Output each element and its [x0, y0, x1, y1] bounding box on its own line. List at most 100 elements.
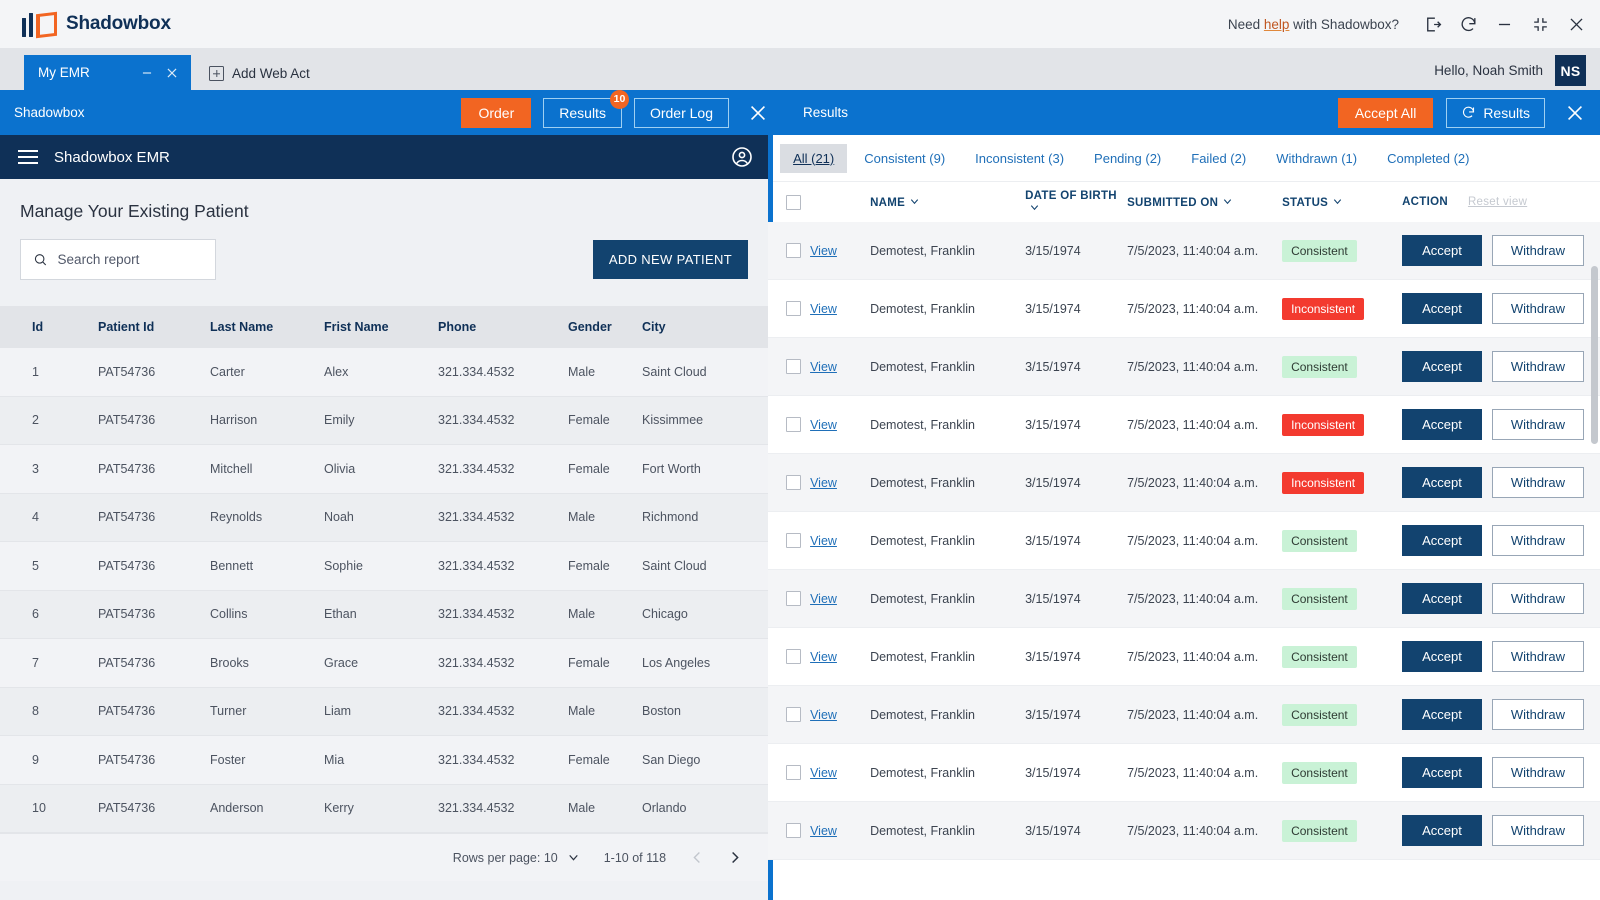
withdraw-button[interactable]: Withdraw	[1491, 815, 1584, 846]
previous-page-icon[interactable]	[690, 850, 705, 865]
minimize-icon[interactable]	[1495, 15, 1514, 34]
table-row[interactable]: 1 PAT54736 Carter Alex 321.334.4532 Male Saint…	[0, 348, 769, 397]
view-link[interactable]: View	[810, 592, 837, 606]
table-row[interactable]: 2 PAT54736 Harrison Emily 321.334.4532 Female…	[0, 396, 769, 445]
withdraw-button[interactable]: Withdraw	[1491, 641, 1584, 672]
table-row[interactable]: View Demotest, Franklin 3/15/1974 7/5/2023,…	[768, 744, 1600, 802]
refresh-icon[interactable]	[1459, 15, 1478, 34]
table-row[interactable]: View Demotest, Franklin 3/15/1974 7/5/2023,…	[768, 454, 1600, 512]
view-link[interactable]: View	[810, 824, 837, 838]
row-checkbox[interactable]	[786, 533, 802, 548]
column-header-submitted-on[interactable]: SUBMITTED ON	[1127, 196, 1282, 209]
tab-filter-failed[interactable]: Failed (2)	[1178, 144, 1259, 173]
select-all-checkbox[interactable]	[786, 194, 802, 210]
row-checkbox[interactable]	[786, 417, 802, 432]
column-header-date-of-birth[interactable]: DATE OF BIRTH	[1025, 190, 1127, 215]
table-row[interactable]: View Demotest, Franklin 3/15/1974 7/5/2023,…	[768, 512, 1600, 570]
accept-button[interactable]: Accept	[1402, 815, 1482, 846]
column-header-id[interactable]: Id	[0, 320, 98, 334]
table-row[interactable]: 7 PAT54736 Brooks Grace 321.334.4532 Female Lo…	[0, 639, 769, 688]
tab-filter-all[interactable]: All (21)	[780, 143, 848, 173]
account-circle-icon[interactable]	[730, 145, 754, 169]
withdraw-button[interactable]: Withdraw	[1491, 409, 1584, 440]
row-checkbox[interactable]	[786, 243, 802, 258]
results-button[interactable]: Results 10	[543, 89, 629, 128]
column-header-first-name[interactable]: Frist Name	[324, 320, 438, 334]
table-row[interactable]: 8 PAT54736 Turner Liam 321.334.4532 Male Bosto…	[0, 687, 769, 736]
accept-button[interactable]: Accept	[1402, 467, 1482, 498]
refresh-results-button[interactable]: Results	[1446, 97, 1545, 128]
tab-filter-consistent[interactable]: Consistent (9)	[851, 144, 958, 173]
view-link[interactable]: View	[810, 476, 837, 490]
view-link[interactable]: View	[810, 650, 837, 664]
tab-close-icon[interactable]	[163, 64, 180, 81]
accept-button[interactable]: Accept	[1402, 293, 1482, 324]
avatar[interactable]: NS	[1555, 55, 1586, 86]
withdraw-button[interactable]: Withdraw	[1491, 583, 1584, 614]
table-row[interactable]: 4 PAT54736 Reynolds Noah 321.334.4532 Male Ric…	[0, 493, 769, 542]
table-row[interactable]: View Demotest, Franklin 3/15/1974 7/5/2023,…	[768, 686, 1600, 744]
view-link[interactable]: View	[810, 766, 837, 780]
table-row[interactable]: View Demotest, Franklin 3/15/1974 7/5/2023,…	[768, 396, 1600, 454]
table-row[interactable]: View Demotest, Franklin 3/15/1974 7/5/2023,…	[768, 802, 1600, 860]
row-checkbox[interactable]	[786, 359, 802, 374]
row-checkbox[interactable]	[786, 707, 802, 722]
tab-filter-completed[interactable]: Completed (2)	[1374, 144, 1482, 173]
table-row[interactable]: 3 PAT54736 Mitchell Olivia 321.334.4532 Femal…	[0, 445, 769, 494]
reset-view-button[interactable]: Reset view	[1468, 196, 1527, 208]
view-link[interactable]: View	[810, 302, 837, 316]
row-checkbox[interactable]	[786, 475, 802, 490]
table-row[interactable]: View Demotest, Franklin 3/15/1974 7/5/2023,…	[768, 280, 1600, 338]
tab-filter-withdrawn[interactable]: Withdrawn (1)	[1263, 144, 1370, 173]
column-header-name[interactable]: NAME	[870, 196, 1025, 209]
tab-my-emr[interactable]: My EMR	[24, 55, 191, 90]
accept-button[interactable]: Accept	[1402, 757, 1482, 788]
table-row[interactable]: 10 PAT54736 Anderson Kerry 321.334.4532 Male O…	[0, 784, 769, 833]
close-results-panel-icon[interactable]	[1564, 102, 1586, 124]
add-web-act-button[interactable]: Add Web Act	[191, 66, 310, 90]
row-checkbox[interactable]	[786, 591, 802, 606]
order-button[interactable]: Order	[461, 97, 532, 128]
table-row[interactable]: View Demotest, Franklin 3/15/1974 7/5/2023,…	[768, 338, 1600, 396]
menu-icon[interactable]	[18, 150, 38, 164]
results-scrollbar[interactable]	[1591, 266, 1598, 444]
column-header-patient-id[interactable]: Patient Id	[98, 320, 210, 334]
logout-icon[interactable]	[1423, 15, 1442, 34]
tab-filter-pending[interactable]: Pending (2)	[1081, 144, 1174, 173]
view-link[interactable]: View	[810, 534, 837, 548]
accept-button[interactable]: Accept	[1402, 235, 1482, 266]
search-box[interactable]	[20, 239, 216, 280]
withdraw-button[interactable]: Withdraw	[1491, 467, 1584, 498]
tab-filter-inconsistent[interactable]: Inconsistent (3)	[962, 144, 1077, 173]
accept-all-button[interactable]: Accept All	[1337, 97, 1434, 128]
withdraw-button[interactable]: Withdraw	[1491, 525, 1584, 556]
add-new-patient-button[interactable]: ADD NEW PATIENT	[592, 240, 749, 279]
withdraw-button[interactable]: Withdraw	[1491, 351, 1584, 382]
withdraw-button[interactable]: Withdraw	[1491, 235, 1584, 266]
help-link[interactable]: help	[1264, 17, 1290, 32]
column-header-phone[interactable]: Phone	[438, 320, 568, 334]
row-checkbox[interactable]	[786, 649, 802, 664]
search-input[interactable]	[57, 252, 203, 267]
table-row[interactable]: 5 PAT54736 Bennett Sophie 321.334.4532 Female…	[0, 542, 769, 591]
order-log-button[interactable]: Order Log	[633, 97, 729, 128]
column-header-city[interactable]: City	[642, 320, 768, 334]
table-row[interactable]: 6 PAT54736 Collins Ethan 321.334.4532 Male Chi…	[0, 590, 769, 639]
table-row[interactable]: View Demotest, Franklin 3/15/1974 7/5/2023,…	[768, 628, 1600, 686]
row-checkbox[interactable]	[786, 765, 802, 780]
accept-button[interactable]: Accept	[1402, 351, 1482, 382]
accept-button[interactable]: Accept	[1402, 641, 1482, 672]
column-header-last-name[interactable]: Last Name	[210, 320, 324, 334]
view-link[interactable]: View	[810, 708, 837, 722]
withdraw-button[interactable]: Withdraw	[1491, 699, 1584, 730]
accept-button[interactable]: Accept	[1402, 525, 1482, 556]
row-checkbox[interactable]	[786, 823, 802, 838]
table-row[interactable]: 9 PAT54736 Foster Mia 321.334.4532 Female San …	[0, 736, 769, 785]
accept-button[interactable]: Accept	[1402, 583, 1482, 614]
view-link[interactable]: View	[810, 418, 837, 432]
rows-per-page-select[interactable]: Rows per page: 10	[453, 851, 580, 865]
view-link[interactable]: View	[810, 360, 837, 374]
tab-minimize-icon[interactable]	[138, 64, 155, 81]
next-page-icon[interactable]	[727, 850, 742, 865]
accept-button[interactable]: Accept	[1402, 699, 1482, 730]
